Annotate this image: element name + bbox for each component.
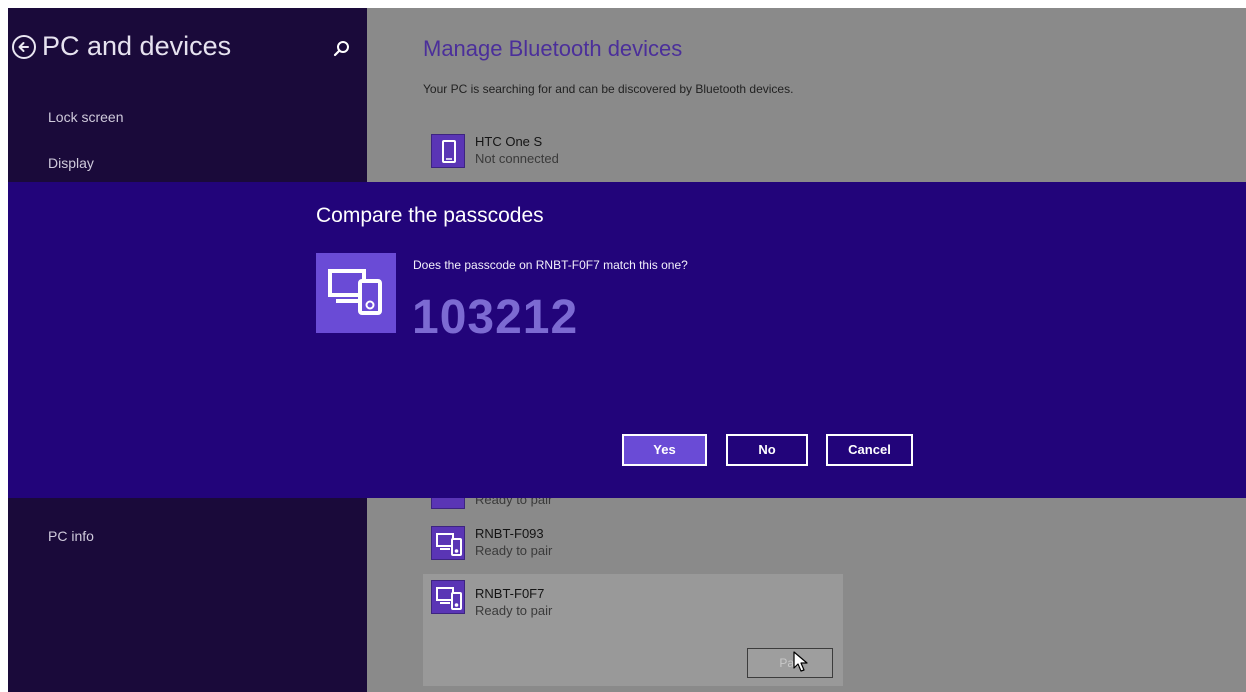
cancel-button[interactable]: Cancel [826,434,913,466]
section-description: Your PC is searching for and can be disc… [423,82,794,96]
pair-button[interactable]: Pair [747,648,833,678]
pc-device-icon [431,580,465,614]
screen: PC and devices Lock screen Display PC in… [0,0,1246,692]
device-name: RNBT-F093 [475,526,544,541]
device-item-rnbt-f0f7[interactable]: RNBT-F0F7 Ready to pair Pair [423,574,843,686]
phone-icon [431,134,465,168]
compare-passcodes-dialog: Compare the passcodes Does the passcode … [8,182,1246,498]
device-name: HTC One S [475,134,543,149]
nav-item-display[interactable]: Display [48,155,94,171]
dialog-question: Does the passcode on RNBT-F0F7 match thi… [413,258,688,272]
mouse-pointer-icon [793,651,811,673]
nav-item-pc-info[interactable]: PC info [48,528,94,544]
yes-button[interactable]: Yes [622,434,707,466]
dialog-title: Compare the passcodes [316,204,544,227]
pc-device-icon [316,253,396,333]
device-item-rnbt-f093[interactable]: RNBT-F093 Ready to pair [423,522,843,572]
section-title: Manage Bluetooth devices [423,36,683,61]
no-button[interactable]: No [726,434,808,466]
device-status: Ready to pair [475,543,553,558]
device-status: Ready to pair [475,603,553,618]
passcode: 103212 [412,291,579,344]
device-status: Not connected [475,151,559,166]
back-arrow-icon[interactable] [12,35,36,59]
pc-device-icon [431,526,465,560]
pane-title: PC and devices [42,31,232,61]
search-icon[interactable] [331,38,353,60]
nav-item-lock-screen[interactable]: Lock screen [48,109,123,125]
device-name: RNBT-F0F7 [475,586,545,601]
device-item-htc-one-s[interactable]: HTC One S Not connected [423,130,843,180]
